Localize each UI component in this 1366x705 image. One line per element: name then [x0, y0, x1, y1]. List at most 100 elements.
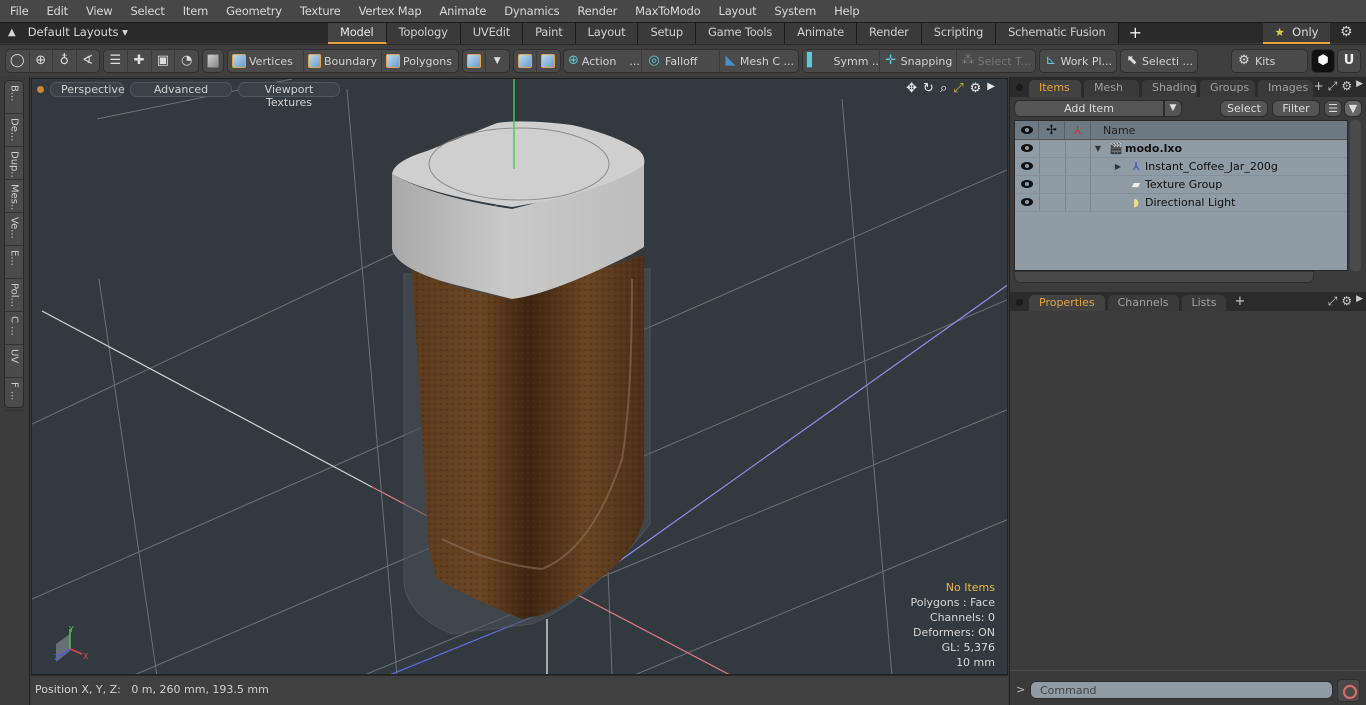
- action-center-button[interactable]: ⊕ Action ...: [564, 50, 642, 72]
- menu-render[interactable]: Render: [567, 4, 625, 18]
- add-layout-tab-button[interactable]: +: [1119, 23, 1152, 44]
- list-options-button[interactable]: ☰: [1324, 100, 1342, 117]
- menu-help[interactable]: Help: [824, 4, 867, 18]
- left-tab[interactable]: Pol...: [5, 279, 23, 312]
- select-button[interactable]: Select: [1220, 100, 1268, 117]
- vertices-mode-button[interactable]: Vertices: [228, 50, 304, 72]
- lasso-button[interactable]: ∢: [77, 50, 100, 72]
- panel-dot[interactable]: [1016, 84, 1023, 91]
- props-tab-properties[interactable]: Properties: [1029, 295, 1105, 312]
- visibility-column-header[interactable]: [1015, 121, 1039, 139]
- items-tab-items[interactable]: Items: [1029, 80, 1081, 97]
- props-tab-lists[interactable]: Lists: [1181, 295, 1227, 312]
- add-item-dropdown[interactable]: ▼: [1164, 100, 1182, 117]
- tab-scripting[interactable]: Scripting: [921, 23, 997, 44]
- polygons-mode-button[interactable]: Polygons: [382, 50, 456, 72]
- sphere-button[interactable]: ⊕: [30, 50, 53, 72]
- center-button[interactable]: [514, 50, 537, 72]
- tree-row[interactable]: ▶ ⅄ Instant_Coffee_Jar_200g: [1015, 158, 1347, 176]
- left-tab[interactable]: UV: [5, 345, 23, 378]
- funnel-button[interactable]: ▼: [1344, 100, 1362, 117]
- lock-cell[interactable]: [1039, 158, 1065, 175]
- maximize-icon[interactable]: ⤢: [1328, 79, 1338, 94]
- material-mode-button[interactable]: [463, 50, 486, 72]
- menu-select[interactable]: Select: [120, 4, 172, 18]
- zoom-icon[interactable]: ⌕: [940, 81, 947, 96]
- menu-view[interactable]: View: [76, 4, 121, 18]
- tab-setup[interactable]: Setup: [638, 23, 696, 44]
- expand-arrow-icon[interactable]: ▶: [987, 81, 995, 96]
- menu-texture[interactable]: Texture: [290, 4, 349, 18]
- item-mode-button[interactable]: [203, 50, 223, 72]
- pen-button[interactable]: ♁: [53, 50, 77, 72]
- mesh-constraint-button[interactable]: ◣ Mesh C ...: [720, 50, 798, 72]
- layouts-collapse-icon[interactable]: ▲: [8, 27, 16, 38]
- frame-button[interactable]: ▣: [152, 50, 176, 72]
- menu-system[interactable]: System: [764, 4, 824, 18]
- align-button[interactable]: ☰: [104, 50, 128, 72]
- expand-arrow-icon[interactable]: ▶: [1356, 294, 1363, 309]
- tab-animate[interactable]: Animate: [785, 23, 857, 44]
- menu-file[interactable]: File: [0, 4, 36, 18]
- menu-vertex-map[interactable]: Vertex Map: [349, 4, 430, 18]
- lock-cell[interactable]: [1039, 194, 1065, 211]
- menu-maxtomodo[interactable]: MaxToModo: [625, 4, 708, 18]
- selection-sets-button[interactable]: ⬉ Selecti ...: [1121, 50, 1197, 72]
- left-tab[interactable]: C ...: [5, 312, 23, 345]
- menu-dynamics[interactable]: Dynamics: [494, 4, 567, 18]
- tab-paint[interactable]: Paint: [523, 23, 576, 44]
- name-column-header[interactable]: Name: [1091, 124, 1135, 137]
- items-tab-images[interactable]: Images: [1258, 80, 1313, 97]
- left-tab[interactable]: F ...: [5, 378, 23, 411]
- visibility-toggle[interactable]: [1015, 178, 1039, 191]
- axis-cell[interactable]: [1065, 158, 1091, 175]
- menu-geometry[interactable]: Geometry: [216, 4, 290, 18]
- axis-cell[interactable]: [1065, 140, 1091, 157]
- falloff-button[interactable]: ◎ Falloff: [642, 50, 720, 72]
- tab-model[interactable]: Model: [328, 23, 387, 44]
- panel-dot[interactable]: [1016, 299, 1023, 306]
- select-through-button[interactable]: ⁂ Select T...: [957, 50, 1035, 72]
- boundary-mode-button[interactable]: Boundary: [304, 50, 382, 72]
- circle-select-button[interactable]: ◯: [6, 50, 30, 72]
- expand-toggle[interactable]: ▶: [1091, 162, 1121, 171]
- uv-cross-button[interactable]: ✚: [128, 50, 152, 72]
- tab-render[interactable]: Render: [856, 23, 922, 44]
- maximize-icon[interactable]: ⤢: [1328, 294, 1338, 309]
- axis-column-header[interactable]: ⅄: [1065, 121, 1091, 139]
- tab-layout[interactable]: Layout: [575, 23, 639, 44]
- menu-animate[interactable]: Animate: [429, 4, 494, 18]
- filter-button[interactable]: Filter: [1272, 100, 1320, 117]
- left-tab[interactable]: E...: [5, 246, 23, 279]
- view-perspective-button[interactable]: Perspective: [50, 81, 125, 97]
- items-tab-shading[interactable]: Shading: [1142, 80, 1197, 97]
- items-tab-groups[interactable]: Groups: [1200, 80, 1255, 97]
- lock-column-header[interactable]: ✢: [1039, 121, 1065, 139]
- rotate-icon[interactable]: ↻: [923, 81, 934, 96]
- tab-topology[interactable]: Topology: [386, 23, 461, 44]
- lock-cell[interactable]: [1039, 176, 1065, 193]
- cube-kit-button[interactable]: ⬢: [1311, 49, 1335, 73]
- menu-item[interactable]: Item: [173, 4, 216, 18]
- maximize-icon[interactable]: ⤢: [953, 81, 963, 96]
- shading-advanced-button[interactable]: Advanced: [130, 81, 232, 97]
- unreal-kit-button[interactable]: U: [1337, 49, 1361, 73]
- menu-layout[interactable]: Layout: [709, 4, 765, 18]
- material-dropdown[interactable]: ▼: [486, 50, 509, 72]
- tree-row[interactable]: ◗ Directional Light: [1015, 194, 1347, 212]
- expand-toggle[interactable]: ▼: [1091, 144, 1101, 153]
- left-tab[interactable]: Dup...: [5, 147, 23, 180]
- record-macro-button[interactable]: [1337, 679, 1360, 702]
- gear-icon[interactable]: ⚙: [1341, 294, 1352, 309]
- pivot-button[interactable]: [537, 50, 559, 72]
- 3d-viewport[interactable]: Y X Z Perspective Advanced Viewport Text…: [31, 78, 1008, 675]
- gear-icon[interactable]: ⚙: [970, 81, 982, 96]
- left-tab[interactable]: Mes...: [5, 180, 23, 213]
- visibility-toggle[interactable]: [1015, 142, 1039, 155]
- tab-uvedit[interactable]: UVEdit: [460, 23, 524, 44]
- add-tab-icon[interactable]: +: [1234, 294, 1245, 309]
- left-tab[interactable]: De...: [5, 114, 23, 147]
- left-tab[interactable]: Ve...: [5, 213, 23, 246]
- snapping-button[interactable]: ✛ Snapping: [880, 50, 958, 72]
- command-input[interactable]: [1030, 681, 1333, 699]
